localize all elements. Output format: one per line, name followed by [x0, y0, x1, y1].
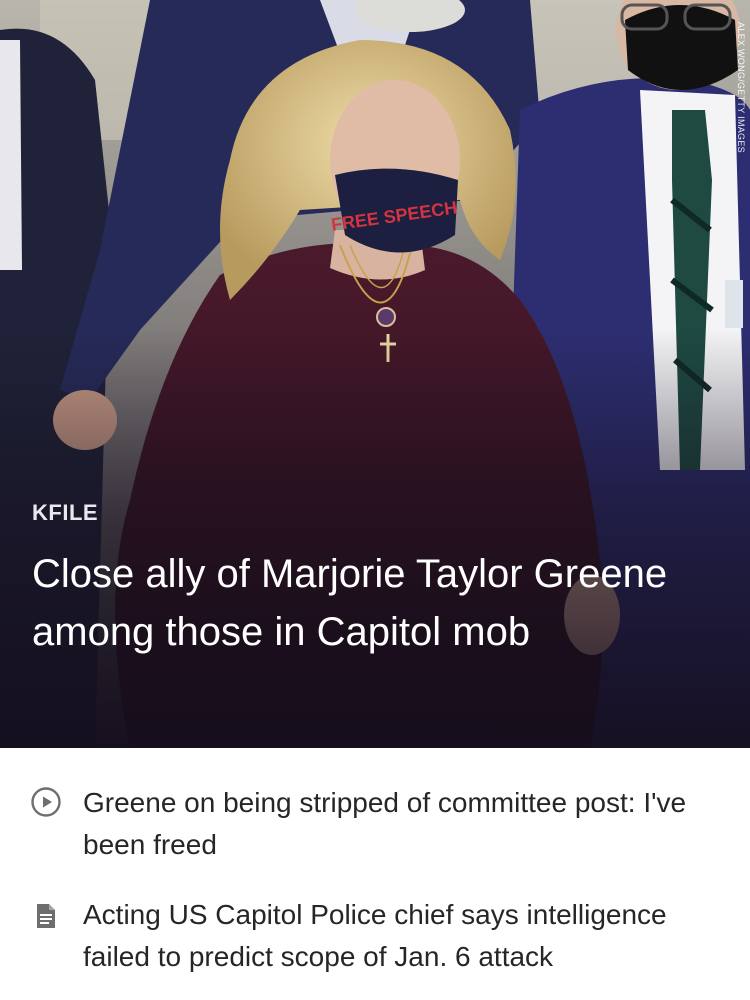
section-label[interactable]: KFILE [32, 500, 98, 526]
article-page: FREE SPEECH ALEX WONG/GETTY IMAGES KFILE… [0, 0, 750, 1000]
hero-overlay-gradient [0, 328, 750, 748]
hero-story-card[interactable]: FREE SPEECH ALEX WONG/GETTY IMAGES KFILE… [0, 0, 750, 748]
play-circle-icon [31, 787, 61, 817]
photo-credit: ALEX WONG/GETTY IMAGES [736, 22, 746, 153]
headline[interactable]: Close ally of Marjorie Taylor Greene amo… [32, 545, 692, 661]
related-stories-list: Greene on being stripped of committee po… [0, 748, 750, 1000]
document-icon [37, 904, 55, 928]
related-item-title: Acting US Capitol Police chief says inte… [83, 899, 667, 972]
related-item-title: Greene on being stripped of committee po… [83, 787, 687, 860]
